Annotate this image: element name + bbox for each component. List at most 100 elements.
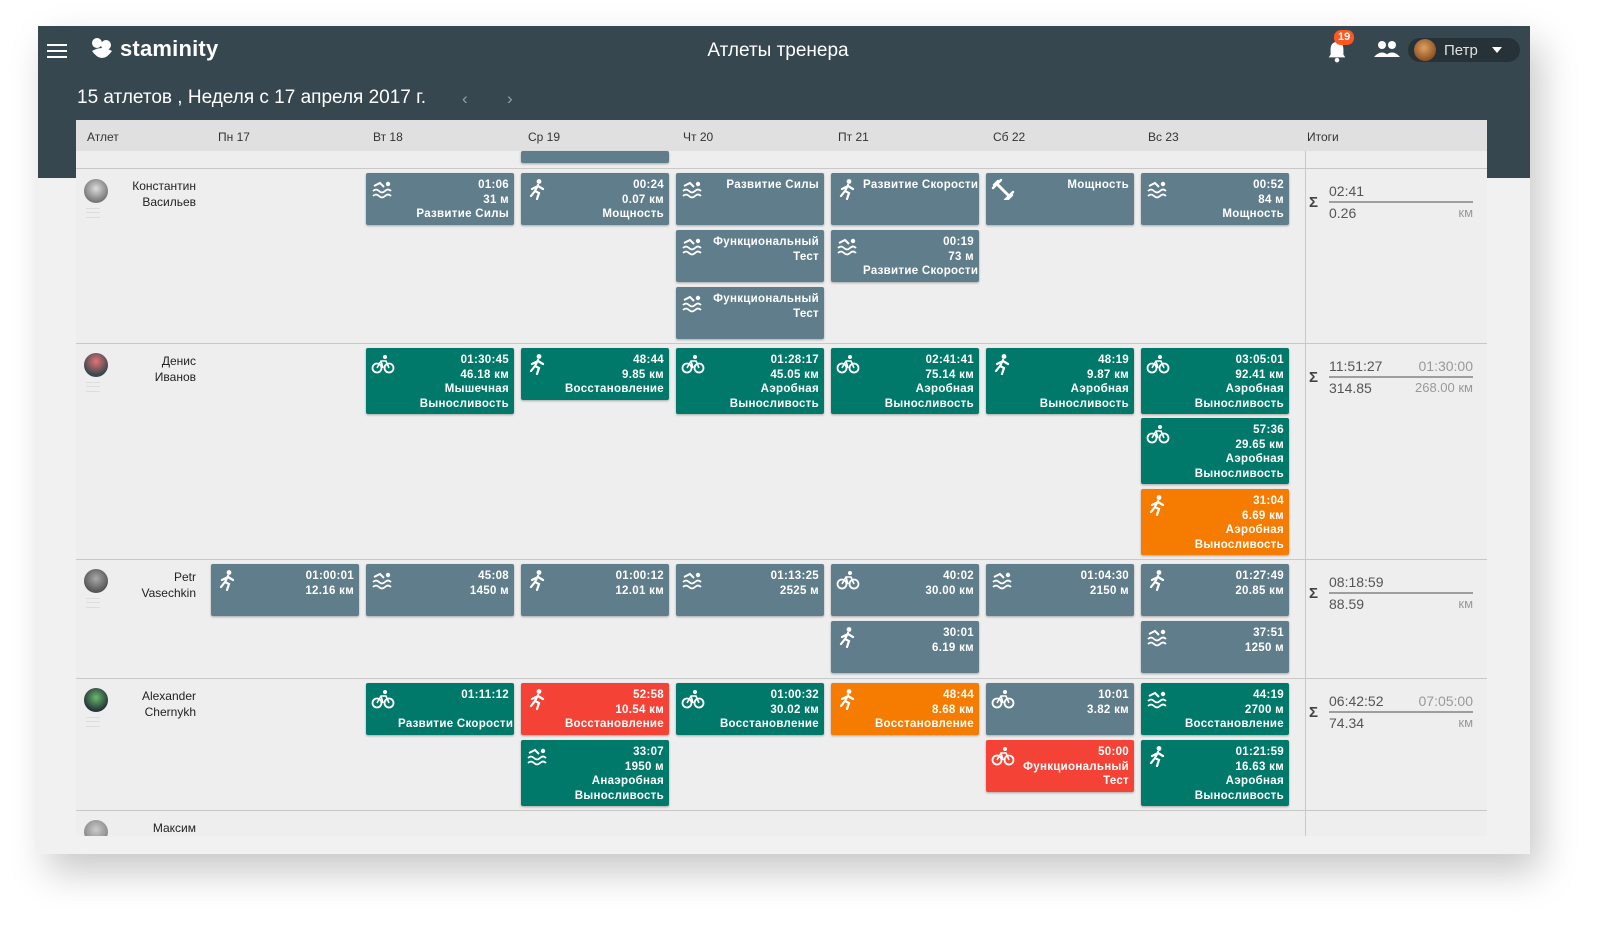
bike-icon [836, 355, 860, 374]
next-week-button[interactable]: › [507, 89, 513, 109]
strength-icon [991, 178, 1015, 200]
workout-card-partial[interactable] [521, 151, 669, 163]
card-line: 01:30:45 [460, 354, 509, 366]
athlete-name[interactable]: Денис Иванов [76, 353, 196, 385]
workout-card[interactable]: Мощность [986, 173, 1134, 225]
workout-card[interactable]: Функциональный Тест [676, 287, 824, 339]
workout-card[interactable]: 50:00 Функциональный Тест [986, 740, 1134, 792]
card-line: Развитие Скорости [863, 179, 979, 191]
workout-card[interactable]: 01:30:45 46.18 км Мышечная Выносливость [366, 348, 514, 414]
card-line: Мощность [602, 208, 664, 220]
workout-card[interactable]: 01:13:25 2525 м [676, 564, 824, 616]
card-line: 30.00 км [925, 584, 974, 597]
run-icon [839, 179, 855, 200]
workout-card[interactable]: 44:19 2700 м Восстановление [1141, 683, 1289, 735]
card-line: 10.54 км [615, 703, 664, 716]
col-totals: Итоги [1307, 130, 1339, 144]
workout-card[interactable]: 48:44 8.68 км Восстановление [831, 683, 979, 735]
card-line: 01:13:25 [770, 570, 819, 582]
card-line: Мощность [1067, 179, 1129, 191]
workout-card[interactable]: 31:04 6.69 км Аэробная Выносливость [1141, 489, 1289, 555]
card-line: 02:41:41 [925, 354, 974, 366]
card-line: Аэробная [1225, 383, 1284, 395]
workout-card[interactable]: 01:11:12 Развитие Скорости [366, 683, 514, 735]
chevron-down-icon [1491, 47, 1502, 53]
swim-icon [1147, 629, 1167, 647]
workout-card[interactable]: 10:01 3.82 км [986, 683, 1134, 735]
workout-card[interactable]: 40:02 30.00 км [831, 564, 979, 616]
card-line: 9.85 км [622, 368, 664, 381]
total-distance: 314.85 [1329, 380, 1372, 396]
card-line: 1450 м [469, 584, 509, 597]
card-line: Выносливость [1194, 467, 1284, 480]
workout-card[interactable]: 02:41:41 75.14 км Аэробная Выносливость [831, 348, 979, 414]
workout-card[interactable]: 01:04:30 2150 м [986, 564, 1134, 616]
total-distance: 0.26 [1329, 205, 1357, 221]
workout-card[interactable]: 57:36 29.65 км Аэробная Выносливость [1141, 418, 1289, 484]
card-line: 84 м [1258, 193, 1284, 206]
workout-card[interactable]: 00:52 84 м Мощность [1141, 173, 1289, 225]
swim-icon [372, 572, 392, 590]
card-line: 73 м [948, 250, 974, 263]
workout-card[interactable]: 01:27:49 20.85 км [1141, 564, 1289, 616]
sigma-icon: Σ [1309, 585, 1319, 602]
workout-card[interactable]: 03:05:01 92.41 км Аэробная Выносливость [1141, 348, 1289, 414]
card-line: 01:21:59 [1235, 746, 1284, 758]
card-line: 12.16 км [305, 584, 354, 597]
swim-icon [682, 181, 702, 199]
card-line: Аэробная [760, 383, 819, 395]
workout-card[interactable]: 01:21:59 16.63 км Аэробная Выносливость [1141, 740, 1289, 806]
card-line: Восстановление [1184, 718, 1284, 730]
card-line: 2150 м [1089, 584, 1129, 597]
run-icon [529, 354, 545, 375]
workout-card[interactable]: 01:28:17 45.05 км Аэробная Выносливость [676, 348, 824, 414]
card-line: Развитие Скорости [863, 265, 979, 277]
workout-card[interactable]: 52:58 10.54 км Восстановление [521, 683, 669, 735]
card-line: Мощность [1222, 208, 1284, 220]
workout-card[interactable]: 33:07 1950 м Анаэробная Выносливость [521, 740, 669, 806]
athlete-name[interactable]: Константин Васильев [76, 178, 196, 210]
col-sun: Вс 23 [1148, 130, 1179, 144]
card-line [398, 703, 509, 718]
workout-card[interactable]: Развитие Силы [676, 173, 824, 225]
workout-card[interactable]: Функциональный Тест [676, 230, 824, 282]
people-icon[interactable] [1374, 39, 1400, 59]
workout-card[interactable]: 01:00:32 30.02 км Восстановление [676, 683, 824, 735]
athlete-name[interactable]: Petr Vasechkin [76, 569, 196, 601]
card-line: Выносливость [1039, 397, 1129, 410]
col-wed: Ср 19 [528, 130, 561, 144]
card-line: 10:01 [1098, 689, 1129, 701]
workout-card[interactable]: 00:24 0.07 км Мощность [521, 173, 669, 225]
row-divider [76, 810, 1487, 811]
workout-card[interactable]: 37:51 1250 м [1141, 621, 1289, 673]
row-divider [76, 168, 1487, 169]
bike-icon [371, 355, 395, 374]
total-distance: 74.34 [1329, 715, 1365, 731]
workout-card[interactable]: 01:00:12 12.01 км [521, 564, 669, 616]
card-line: 00:52 [1253, 179, 1284, 191]
workout-card[interactable]: 48:44 9.85 км Восстановление [521, 348, 669, 400]
workout-card[interactable]: Развитие Скорости [831, 173, 979, 225]
athlete-name[interactable]: Максим [76, 820, 196, 836]
card-line: 0.07 км [622, 193, 664, 206]
prev-week-button[interactable]: ‹ [462, 89, 468, 109]
user-menu[interactable]: Петр [1408, 38, 1520, 62]
athlete-last-name: Vasechkin [141, 586, 196, 600]
workout-card[interactable]: 48:19 9.87 км Аэробная Выносливость [986, 348, 1134, 414]
card-line: 01:00:32 [770, 689, 819, 701]
card-line: Тест [793, 250, 819, 263]
athlete-name[interactable]: Alexander Chernykh [76, 688, 196, 720]
card-line: Развитие Силы [726, 179, 819, 191]
card-line: Выносливость [574, 789, 664, 802]
card-line: Анаэробная [591, 775, 664, 787]
workout-card[interactable]: 30:01 6.19 км [831, 621, 979, 673]
run-icon [1149, 746, 1165, 767]
workout-card[interactable]: 45:08 1450 м [366, 564, 514, 616]
card-line: Аэробная [915, 383, 974, 395]
workout-card[interactable]: 01:06 31 м Развитие Силы [366, 173, 514, 225]
card-line: 2525 м [779, 584, 819, 597]
workout-card[interactable]: 00:19 73 м Развитие Скорости [831, 230, 979, 282]
athlete-last-name: Иванов [154, 370, 196, 384]
workout-card[interactable]: 01:00:01 12.16 км [211, 564, 359, 616]
swim-icon [837, 238, 857, 256]
